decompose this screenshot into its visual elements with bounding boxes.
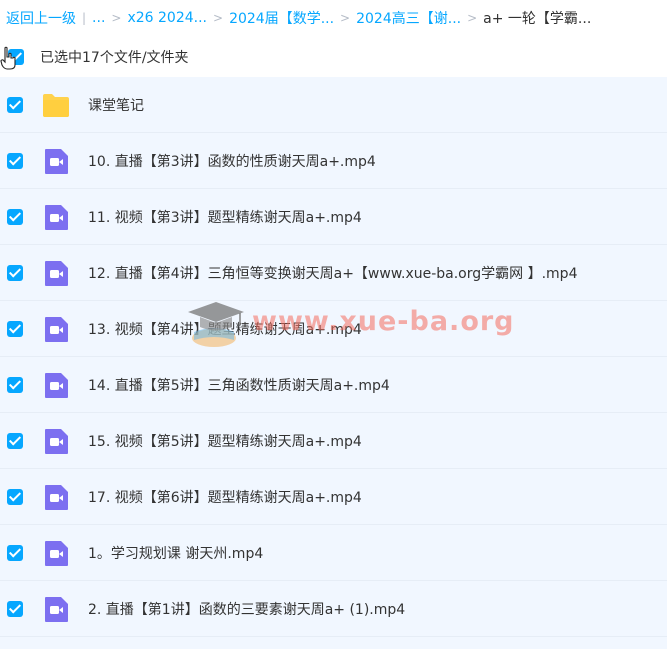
video-file-icon [45,204,68,230]
breadcrumb-ellipsis[interactable]: ... [92,10,105,26]
breadcrumb-item-x26[interactable]: x26 2024... [127,10,207,26]
list-item[interactable]: 2. 直播【第1讲】函数的三要素谢天周a+ (1).mp4 [0,581,667,637]
selection-count: 已选中17个文件/文件夹 [40,50,189,66]
breadcrumb-separator: > [340,11,351,25]
row-checkbox[interactable] [7,208,23,225]
video-file-icon [45,316,68,342]
row-checkbox[interactable] [7,96,23,113]
list-item[interactable]: 10. 直播【第3讲】函数的性质谢天周a+.mp4 [0,133,667,189]
file-name[interactable]: 1。学习规划课 谢天州.mp4 [88,543,263,563]
row-checkbox[interactable] [7,376,23,393]
breadcrumb-separator: > [111,11,122,25]
list-item[interactable]: 11. 视频【第3讲】题型精练谢天周a+.mp4 [0,189,667,245]
breadcrumb-separator: > [213,11,224,25]
file-name[interactable]: 12. 直播【第4讲】三角恒等变换谢天周a+【www.xue-ba.org学霸网… [88,263,577,283]
file-name[interactable]: 课堂笔记 [88,95,144,115]
row-checkbox[interactable] [7,264,23,281]
file-list: 课堂笔记 10. 直播【第3讲】函数的性质谢天周a+.mp4 11. 视频【第3… [0,77,667,649]
file-name[interactable]: 2. 直播【第1讲】函数的三要素谢天周a+ (1).mp4 [88,599,405,619]
file-name[interactable]: 14. 直播【第5讲】三角函数性质谢天周a+.mp4 [88,375,390,395]
list-item[interactable]: 12. 直播【第4讲】三角恒等变换谢天周a+【www.xue-ba.org学霸网… [0,245,667,301]
row-checkbox[interactable] [7,544,23,561]
video-file-icon [45,148,68,174]
breadcrumb-item-senior3[interactable]: 2024高三【谢... [356,8,461,28]
file-name[interactable]: 15. 视频【第5讲】题型精练谢天周a+.mp4 [88,431,362,451]
file-name[interactable]: 11. 视频【第3讲】题型精练谢天周a+.mp4 [88,207,362,227]
file-name[interactable]: 10. 直播【第3讲】函数的性质谢天周a+.mp4 [88,151,376,171]
breadcrumb-item-math[interactable]: 2024届【数学... [229,8,334,28]
breadcrumb-current: a+ 一轮【学霸... [483,11,592,27]
row-checkbox[interactable] [7,432,23,449]
row-checkbox[interactable] [7,600,23,617]
video-file-icon [45,372,68,398]
video-file-icon [45,428,68,454]
list-item[interactable]: 课堂笔记 [0,77,667,133]
list-item[interactable]: 14. 直播【第5讲】三角函数性质谢天周a+.mp4 [0,357,667,413]
list-item[interactable]: 15. 视频【第5讲】题型精练谢天周a+.mp4 [0,413,667,469]
folder-icon [43,93,69,117]
selection-bar: 已选中17个文件/文件夹 [0,38,667,76]
breadcrumb-bar: | [82,11,87,25]
video-file-icon [45,484,68,510]
list-item[interactable]: 17. 视频【第6讲】题型精练谢天周a+.mp4 [0,469,667,525]
video-file-icon [45,540,68,566]
list-item[interactable]: 1。学习规划课 谢天州.mp4 [0,525,667,581]
file-name[interactable]: 13. 视频【第4讲】题型精练谢天周a+.mp4 [88,319,362,339]
back-link[interactable]: 返回上一级 [6,8,76,28]
video-file-icon [45,596,68,622]
row-checkbox[interactable] [7,152,23,169]
hand-cursor-icon [0,46,16,70]
list-item[interactable]: 13. 视频【第4讲】题型精练谢天周a+.mp4 [0,301,667,357]
row-checkbox[interactable] [7,488,23,505]
row-checkbox[interactable] [7,320,23,337]
video-file-icon [45,260,68,286]
breadcrumb: 返回上一级 | ... > x26 2024... > 2024届【数学... … [0,0,667,36]
file-name[interactable]: 17. 视频【第6讲】题型精练谢天周a+.mp4 [88,487,362,507]
breadcrumb-separator: > [467,11,478,25]
